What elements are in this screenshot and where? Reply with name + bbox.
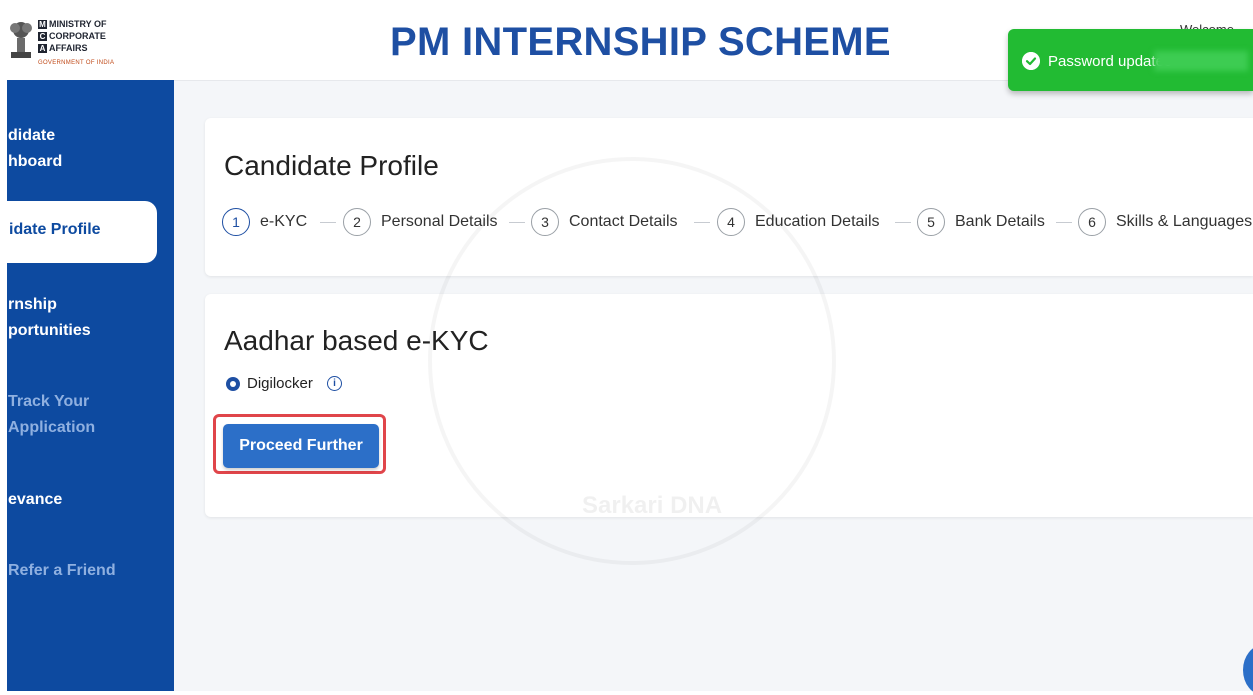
sidebar-item-candidate-profile[interactable]: idate Profile bbox=[7, 201, 157, 263]
success-toast: Password updatec bbox=[1008, 29, 1253, 91]
step-separator bbox=[1056, 222, 1072, 223]
page-title: PM INTERNSHIP SCHEME bbox=[390, 20, 891, 64]
sidebar-item-grievance[interactable]: evance bbox=[8, 487, 62, 513]
step-separator bbox=[509, 222, 525, 223]
toast-message: Password updatec bbox=[1048, 53, 1172, 70]
government-label: GOVERNMENT OF INDIA bbox=[38, 60, 115, 66]
step-separator bbox=[895, 222, 911, 223]
check-circle-icon bbox=[1022, 52, 1040, 70]
ministry-name: M MINISTRY OF C CORPORATE A AFFAIRS bbox=[38, 19, 107, 54]
info-icon[interactable]: i bbox=[327, 376, 342, 391]
redacted-region bbox=[1154, 51, 1248, 71]
mca-logo[interactable]: M MINISTRY OF C CORPORATE A AFFAIRS GOVERNM… bbox=[8, 14, 118, 72]
sidebar-edge bbox=[0, 80, 7, 691]
profile-card: Candidate Profile 1 e-KYC 2 Personal Det… bbox=[205, 118, 1253, 276]
profile-stepper: 1 e-KYC 2 Personal Details 3 Contact Det… bbox=[222, 208, 1253, 238]
step-separator bbox=[694, 222, 710, 223]
digilocker-radio[interactable] bbox=[226, 377, 240, 391]
profile-heading: Candidate Profile bbox=[224, 150, 439, 181]
watermark-text: Sarkari DNA bbox=[582, 492, 723, 519]
digilocker-label[interactable]: Digilocker bbox=[247, 375, 313, 392]
sidebar-item-internship-opportunities[interactable]: rnship portunities bbox=[8, 292, 91, 344]
step-separator bbox=[320, 222, 336, 223]
national-emblem-icon bbox=[10, 22, 32, 58]
ekyc-heading: Aadhar based e-KYC bbox=[224, 325, 489, 356]
ekyc-card: Aadhar based e-KYC Digilocker i Proceed … bbox=[205, 294, 1253, 517]
proceed-further-button[interactable]: Proceed Further bbox=[223, 424, 379, 468]
sidebar-item-refer-friend[interactable]: Refer a Friend bbox=[8, 558, 116, 584]
sidebar-item-track-application[interactable]: Track Your Application bbox=[8, 389, 95, 441]
sidebar-item-dashboard[interactable]: didate hboard bbox=[8, 123, 62, 175]
